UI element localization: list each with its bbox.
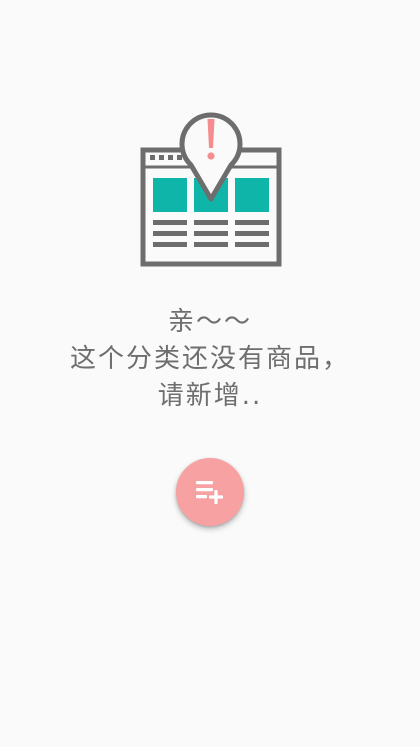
content-block — [235, 178, 269, 212]
empty-state-message: 亲～～ 这个分类还没有商品， 请新增.. — [0, 304, 420, 415]
exclamation-dot — [207, 152, 215, 160]
text-line — [153, 220, 187, 225]
text-line — [194, 231, 228, 236]
add-product-button[interactable] — [176, 458, 244, 526]
text-line — [153, 231, 187, 236]
window-dot — [150, 155, 155, 160]
empty-message-line: 请新增.. — [157, 381, 263, 411]
window-dot — [168, 155, 173, 160]
window-dot — [159, 155, 164, 160]
empty-message-line: 亲～～ — [167, 307, 252, 337]
text-line — [153, 242, 187, 247]
window-dot — [177, 155, 182, 160]
text-line — [235, 220, 269, 225]
text-line — [194, 242, 228, 247]
empty-category-screen: 亲～～ 这个分类还没有商品， 请新增.. — [0, 0, 420, 747]
playlist-add-icon — [196, 481, 223, 504]
text-line — [235, 242, 269, 247]
content-block — [153, 178, 187, 212]
text-line — [235, 231, 269, 236]
empty-message-line: 这个分类还没有商品， — [69, 344, 350, 374]
empty-list-warning-illustration — [140, 112, 282, 267]
text-line — [194, 220, 228, 225]
